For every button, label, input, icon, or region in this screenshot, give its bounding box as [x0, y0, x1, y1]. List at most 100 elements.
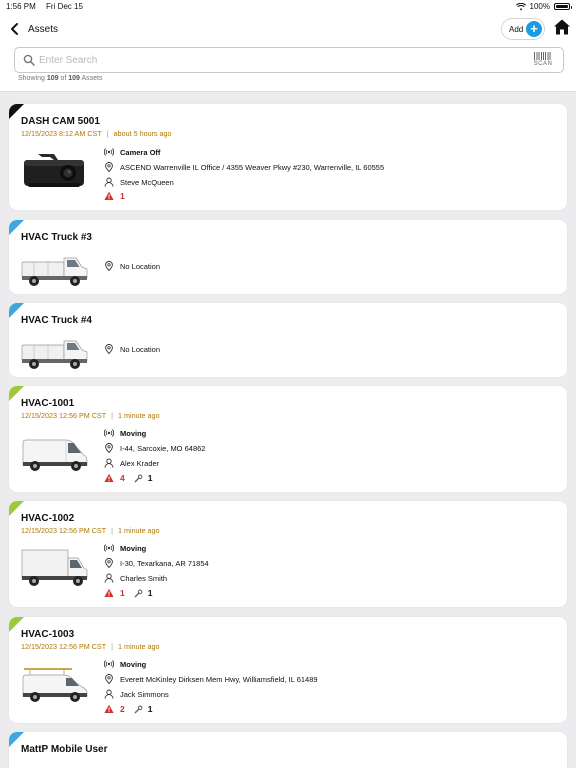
showing-shown: 109	[46, 75, 59, 82]
showing-total: 109	[68, 75, 80, 82]
barcode-icon	[534, 52, 552, 60]
location-pin-icon	[105, 162, 113, 172]
asset-status-row: Moving	[104, 427, 146, 439]
asset-name: HVAC Truck #3	[21, 232, 92, 243]
asset-card[interactable]: HVAC-1002 12/15/2023 12:56 PM CST | 1 minu…	[9, 501, 567, 607]
asset-timestamp: 12/15/2023 8:12 AM CST	[21, 129, 102, 138]
person-icon	[104, 689, 114, 699]
scan-button[interactable]: SCAN	[531, 52, 555, 70]
asset-location-row: ASCEND Warrenville IL Office / 4355 Weav…	[104, 161, 384, 173]
asset-timeline: 12/15/2023 12:56 PM CST | 1 minute ago	[21, 526, 160, 535]
asset-ago: 1 minute ago	[117, 642, 160, 651]
asset-name: MattP Mobile User	[21, 744, 108, 755]
home-icon[interactable]	[553, 18, 571, 36]
alert-count: 4	[120, 473, 125, 483]
asset-location-row: No Location	[104, 343, 160, 355]
asset-driver-row: Steve McQueen	[104, 176, 174, 188]
asset-status: Moving	[120, 543, 147, 553]
maintenance-count: 1	[147, 704, 153, 714]
asset-timestamp: 12/15/2023 12:56 PM CST	[21, 642, 107, 651]
asset-location-row: No Location	[104, 260, 160, 272]
asset-card[interactable]: HVAC-1001 12/15/2023 12:56 PM CST | 1 minu…	[9, 386, 567, 492]
asset-location: I-44, Sarcoxie, MO 64862	[120, 443, 206, 453]
asset-timestamp: 12/15/2023 12:56 PM CST	[21, 526, 107, 535]
asset-counts-row: 2 1	[104, 703, 152, 715]
signal-icon	[104, 429, 114, 437]
asset-card[interactable]: MattP Mobile User	[9, 732, 567, 768]
add-button[interactable]: Add +	[501, 18, 545, 40]
add-button-label: Add	[509, 24, 524, 34]
asset-location: Everett McKinley Dirksen Mem Hwy, Willia…	[120, 674, 318, 684]
maintenance-count: 1	[147, 473, 153, 483]
asset-driver-row: Jack Simmons	[104, 688, 169, 700]
person-icon	[104, 573, 114, 583]
asset-location: I-30, Texarkana, AR 71854	[120, 558, 209, 568]
asset-status: Moving	[120, 659, 147, 669]
alert-triangle-icon	[104, 473, 114, 482]
alert-count: 1	[120, 191, 125, 201]
location-pin-icon	[105, 443, 113, 453]
dashcam-image	[24, 154, 84, 187]
status-date: Fri Dec 15	[46, 2, 83, 11]
wrench-icon	[134, 589, 143, 597]
service-truck-image	[21, 257, 88, 286]
location-pin-icon	[105, 344, 113, 354]
asset-timeline: 12/15/2023 12:56 PM CST | 1 minute ago	[21, 411, 160, 420]
cargo-van-image	[22, 439, 88, 471]
signal-icon	[104, 660, 114, 668]
service-truck-image	[21, 340, 88, 369]
work-van-image	[22, 668, 88, 702]
location-pin-icon	[105, 674, 113, 684]
asset-location-row: Everett McKinley Dirksen Mem Hwy, Willia…	[104, 673, 318, 685]
alert-count: 2	[120, 704, 125, 714]
asset-driver-row: Alex Krader	[104, 457, 159, 469]
alert-triangle-icon	[104, 704, 114, 713]
asset-counts-row: 1 1	[104, 587, 152, 599]
search-box: SCAN	[14, 47, 564, 73]
person-icon	[104, 177, 114, 187]
asset-timeline: 12/15/2023 8:12 AM CST | about 5 hours ago	[21, 129, 172, 138]
status-time: 1:56 PM	[6, 2, 36, 11]
asset-timeline: 12/15/2023 12:56 PM CST | 1 minute ago	[21, 642, 160, 651]
asset-location-row: I-30, Texarkana, AR 71854	[104, 557, 209, 569]
asset-card[interactable]: HVAC-1003 12/15/2023 12:56 PM CST | 1 minu…	[9, 617, 567, 723]
back-chevron-icon[interactable]	[8, 20, 22, 38]
person-icon	[104, 458, 114, 468]
wrench-icon	[134, 705, 143, 713]
asset-status: Moving	[120, 428, 147, 438]
alert-triangle-icon	[104, 588, 114, 597]
asset-counts-row: 1	[104, 190, 125, 202]
asset-status-row: Moving	[104, 658, 146, 670]
battery-percent: 100%	[529, 2, 550, 11]
showing-count: Showing 109 of 109 Assets	[18, 75, 103, 82]
asset-ago: 1 minute ago	[117, 526, 160, 535]
asset-name: HVAC Truck #4	[21, 315, 92, 326]
asset-ago: 1 minute ago	[117, 411, 160, 420]
alert-count: 1	[120, 588, 125, 598]
asset-driver: Jack Simmons	[120, 689, 169, 699]
asset-location: No Location	[120, 261, 161, 271]
showing-of: of	[60, 75, 67, 82]
search-icon	[23, 54, 35, 66]
asset-card[interactable]: HVAC Truck #3 No Location	[9, 220, 567, 294]
plus-icon: +	[526, 21, 542, 37]
search-input[interactable]	[39, 51, 499, 69]
alert-triangle-icon	[104, 191, 114, 200]
asset-name: HVAC-1003	[21, 629, 75, 640]
asset-driver: Alex Krader	[120, 458, 160, 468]
asset-ago: about 5 hours ago	[113, 129, 172, 138]
asset-card[interactable]: DASH CAM 5001 12/15/2023 8:12 AM CST | abo…	[9, 104, 567, 210]
nav-bar: Assets Add +	[0, 14, 576, 46]
asset-status: Camera Off	[120, 147, 161, 157]
wifi-icon	[515, 2, 526, 10]
asset-name: HVAC-1002	[21, 513, 75, 524]
signal-icon	[104, 148, 114, 156]
asset-card[interactable]: HVAC Truck #4 No Location	[9, 303, 567, 377]
asset-name: DASH CAM 5001	[21, 116, 100, 127]
location-pin-icon	[105, 261, 113, 271]
location-pin-icon	[105, 558, 113, 568]
asset-counts-row: 4 1	[104, 472, 152, 484]
maintenance-count: 1	[147, 588, 153, 598]
asset-location-row: I-44, Sarcoxie, MO 64862	[104, 442, 205, 454]
showing-suffix: Assets	[81, 75, 103, 82]
